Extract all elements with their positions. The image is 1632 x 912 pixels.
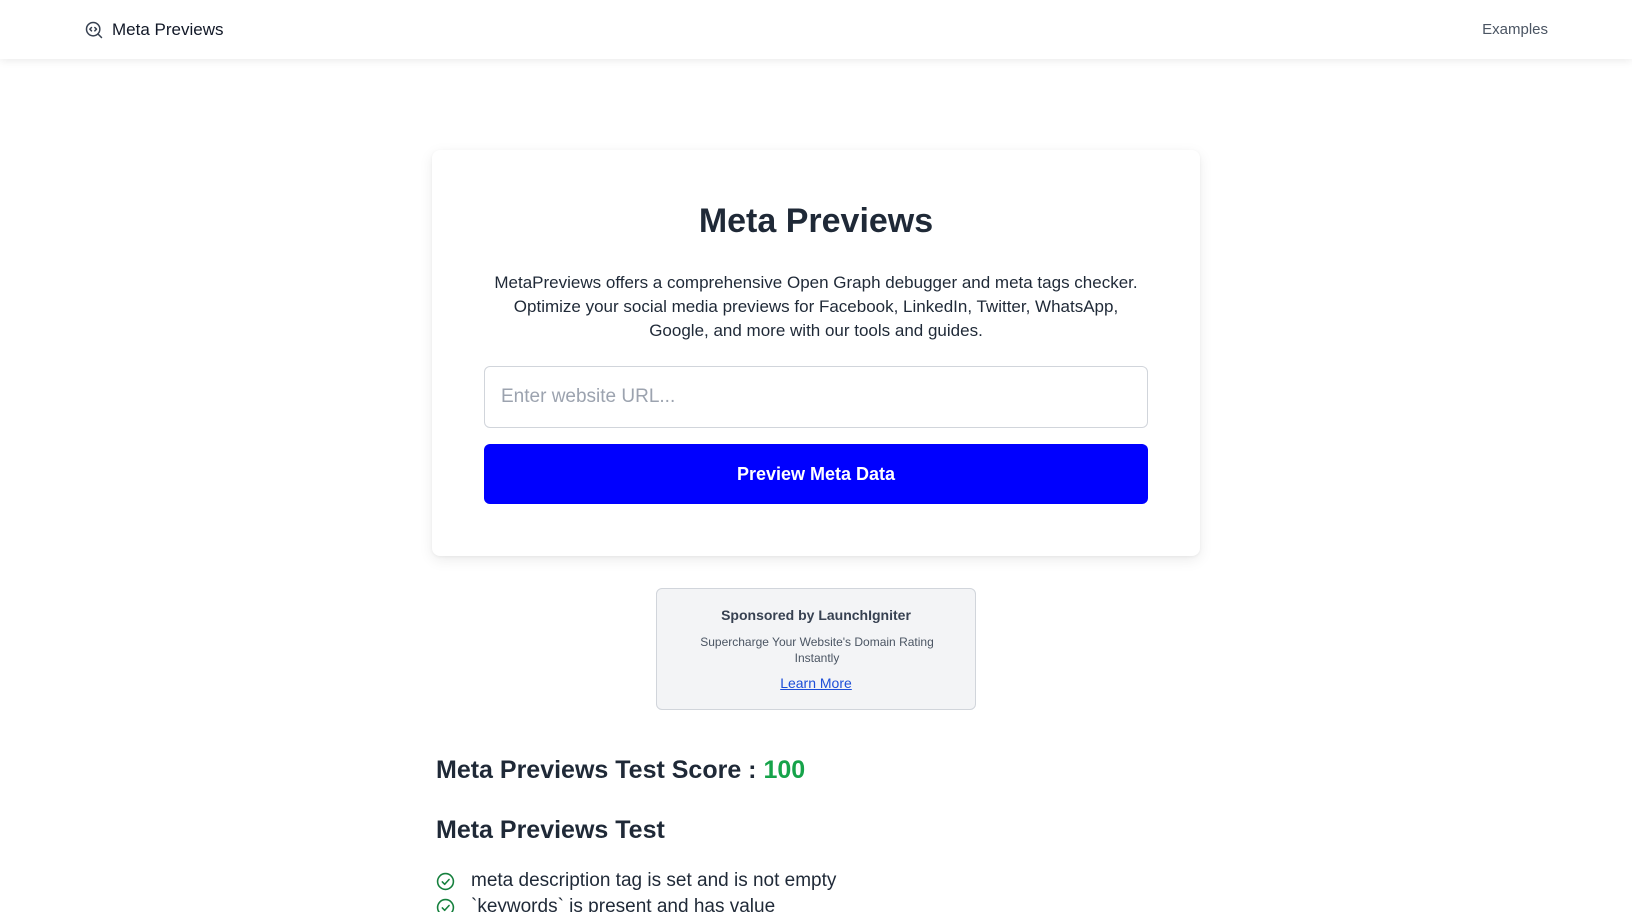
list-item: `keywords` is present and has value [436, 894, 836, 912]
sponsor-description: Supercharge Your Website's Domain Rating… [700, 635, 934, 665]
top-navbar: Meta Previews Examples [0, 0, 1632, 59]
test-score-label: Meta Previews Test Score : [436, 756, 757, 784]
check-circle-icon [436, 872, 455, 890]
url-input[interactable] [484, 366, 1148, 428]
sponsor-title: Sponsored by LaunchIgniter [721, 607, 911, 623]
test-checks-list: meta description tag is set and is not e… [436, 868, 836, 912]
sponsor-box: Sponsored by LaunchIgniter Supercharge Y… [656, 588, 976, 710]
list-item: meta description tag is set and is not e… [436, 868, 836, 894]
brand-link[interactable]: Meta Previews [84, 20, 223, 40]
hero-card: Meta Previews MetaPreviews offers a comp… [432, 150, 1200, 556]
page-description: MetaPreviews offers a comprehensive Open… [494, 273, 1138, 340]
check-text: meta description tag is set and is not e… [471, 870, 837, 891]
preview-meta-data-button[interactable]: Preview Meta Data [484, 444, 1148, 504]
test-heading: Meta Previews Test [436, 816, 665, 844]
nav-examples-link[interactable]: Examples [1482, 21, 1548, 38]
check-circle-icon [436, 898, 455, 912]
test-score-heading: Meta Previews Test Score : 100 [436, 756, 805, 785]
search-code-icon [85, 21, 103, 38]
brand-name: Meta Previews [112, 19, 224, 39]
learn-more-link[interactable]: Learn More [657, 675, 975, 691]
check-text: `keywords` is present and has value [471, 896, 776, 912]
test-score-value: 100 [763, 756, 806, 784]
page-title: Meta Previews [698, 202, 934, 240]
